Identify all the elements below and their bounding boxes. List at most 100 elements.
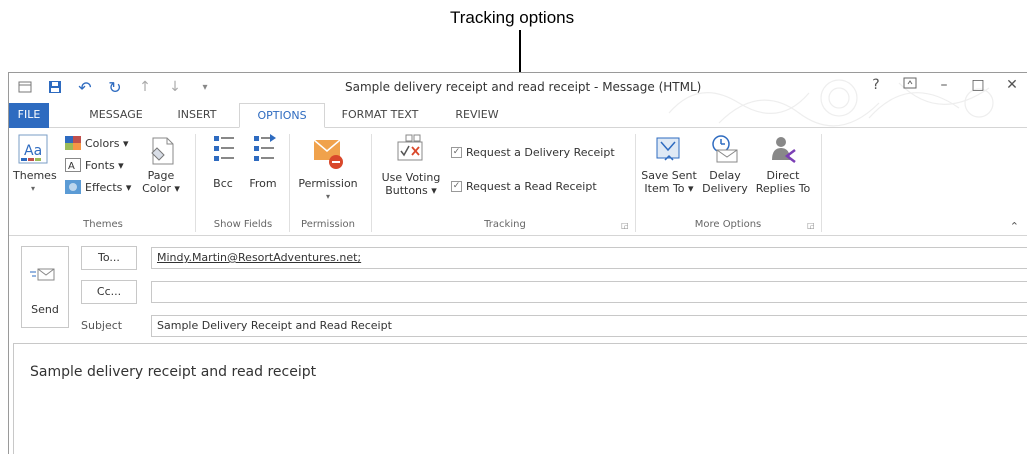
direct-label-2: Replies To [755, 182, 811, 195]
close-icon[interactable]: ✕ [1003, 77, 1021, 93]
checkbox-checked-icon: ✓ [451, 181, 462, 192]
direct-label-1: Direct [766, 169, 800, 182]
collapse-ribbon-icon[interactable]: ⌃ [1010, 220, 1019, 233]
message-icon[interactable] [17, 79, 33, 95]
save-sent-label-2: Item To ▾ [644, 182, 694, 195]
cc-button[interactable]: Cc... [81, 280, 137, 304]
themes-group-label: Themes [83, 219, 123, 230]
effects-button[interactable]: Effects ▾ [65, 180, 131, 194]
svg-text:Aa: Aa [24, 143, 42, 159]
tab-review[interactable]: REVIEW [447, 103, 507, 128]
to-field[interactable]: Mindy.Martin@ResortAdventures.net; [151, 247, 1027, 269]
direct-replies-to-button[interactable]: Direct Replies To [751, 134, 815, 195]
title-bar: ↶ ↻ ↑ ↓ ▾ Sample delivery receipt and re… [9, 73, 1027, 127]
tracking-group-label: Tracking [484, 219, 526, 230]
delay-label-2: Delivery [702, 182, 748, 195]
group-divider [195, 134, 196, 232]
group-divider [821, 134, 822, 232]
page-color-label-1: Page [147, 169, 175, 182]
tracking-dialog-launcher-icon[interactable]: ◲ [621, 221, 629, 230]
send-button[interactable]: Send [21, 246, 69, 328]
fonts-button[interactable]: A Fonts ▾ [65, 158, 124, 172]
bcc-label: Bcc [213, 177, 233, 190]
to-recipient[interactable]: Mindy.Martin@ResortAdventures.net; [157, 251, 361, 264]
group-divider [371, 134, 372, 232]
svg-text:A: A [68, 161, 75, 172]
colors-label: Colors ▾ [85, 136, 129, 150]
callout-tracking-options: Tracking options [450, 8, 575, 27]
group-divider [289, 134, 290, 232]
send-label: Send [31, 303, 59, 316]
effects-label: Effects ▾ [85, 180, 132, 194]
window-title: Sample delivery receipt and read receipt… [345, 80, 702, 94]
show-fields-group-label: Show Fields [213, 219, 273, 230]
save-icon[interactable] [47, 79, 63, 95]
effects-icon [65, 180, 81, 194]
voting-label-2: Buttons ▾ [385, 184, 437, 197]
subject-label: Subject [81, 319, 123, 332]
more-options-group-label: More Options [694, 219, 762, 230]
group-divider [635, 134, 636, 232]
themes-dropdown-icon: ▾ [30, 184, 35, 193]
redo-icon[interactable]: ↻ [107, 78, 123, 97]
ribbon-tabs: FILE MESSAGE INSERT OPTIONS FORMAT TEXT … [9, 103, 1027, 128]
more-options-dialog-launcher-icon[interactable]: ◲ [807, 221, 815, 230]
bcc-icon [214, 136, 234, 161]
page-color-icon [151, 137, 174, 165]
send-icon [30, 268, 55, 281]
window-controls: ? – □ ✕ [867, 77, 1027, 93]
direct-replies-icon [772, 137, 796, 163]
permission-group-label: Permission [301, 219, 355, 230]
permission-label: Permission [298, 177, 358, 190]
tab-file[interactable]: FILE [9, 103, 49, 128]
request-read-receipt-checkbox[interactable]: ✓ Request a Read Receipt [451, 180, 597, 193]
outlook-message-window: ↶ ↻ ↑ ↓ ▾ Sample delivery receipt and re… [8, 72, 1027, 454]
permission-button[interactable]: Permission ▾ [293, 136, 363, 203]
themes-button-label: Themes [13, 169, 57, 182]
tab-message[interactable]: MESSAGE [81, 103, 151, 128]
from-button[interactable]: From [245, 134, 281, 190]
fonts-icon: A [65, 158, 81, 172]
delay-delivery-icon [712, 135, 738, 163]
ribbon: Aa Themes ▾ Colors ▾ A Fonts ▾ Effects ▾… [9, 128, 1027, 236]
page-color-label-2: Color ▾ [142, 182, 180, 195]
request-delivery-receipt-checkbox[interactable]: ✓ Request a Delivery Receipt [451, 146, 615, 159]
bcc-button[interactable]: Bcc [205, 134, 241, 190]
tab-insert[interactable]: INSERT [167, 103, 227, 128]
from-icon [254, 134, 276, 161]
undo-icon[interactable]: ↶ [77, 78, 93, 97]
subject-field[interactable]: Sample Delivery Receipt and Read Receipt [151, 315, 1027, 337]
ribbon-display-options-icon[interactable] [901, 77, 919, 93]
permission-icon [313, 139, 343, 169]
maximize-icon[interactable]: □ [969, 77, 987, 93]
voting-label-1: Use Voting [381, 171, 441, 184]
customize-qat-icon[interactable]: ▾ [197, 79, 213, 95]
delay-label-1: Delay [709, 169, 741, 182]
delivery-receipt-label: Request a Delivery Receipt [466, 146, 615, 159]
colors-button[interactable]: Colors ▾ [65, 136, 128, 150]
permission-dropdown-icon: ▾ [325, 192, 330, 201]
read-receipt-label: Request a Read Receipt [466, 180, 597, 193]
next-item-icon[interactable]: ↓ [167, 79, 183, 95]
use-voting-buttons-button[interactable]: Use Voting Buttons ▾ [379, 134, 443, 197]
help-icon[interactable]: ? [867, 77, 885, 93]
to-button[interactable]: To... [81, 246, 137, 270]
tab-options[interactable]: OPTIONS [239, 103, 325, 128]
previous-item-icon[interactable]: ↑ [137, 79, 153, 95]
themes-icon: Aa [18, 134, 48, 164]
cc-field[interactable] [151, 281, 1027, 303]
save-sent-label-1: Save Sent [641, 169, 697, 182]
quick-access-toolbar: ↶ ↻ ↑ ↓ ▾ [17, 78, 213, 97]
themes-button[interactable]: Aa Themes ▾ [13, 134, 57, 195]
delay-delivery-button[interactable]: Delay Delivery [699, 134, 751, 195]
from-label: From [249, 177, 277, 190]
page-color-button[interactable]: Page Color ▾ [139, 136, 183, 195]
colors-icon [65, 136, 81, 150]
tab-format-text[interactable]: FORMAT TEXT [335, 103, 425, 128]
save-sent-item-icon [656, 137, 680, 161]
message-body-text: Sample delivery receipt and read receipt [30, 364, 317, 380]
message-body[interactable]: Sample delivery receipt and read receipt [13, 343, 1027, 454]
save-sent-item-to-button[interactable]: Save Sent Item To ▾ [639, 134, 699, 195]
minimize-icon[interactable]: – [935, 77, 953, 93]
voting-buttons-icon [397, 134, 423, 161]
